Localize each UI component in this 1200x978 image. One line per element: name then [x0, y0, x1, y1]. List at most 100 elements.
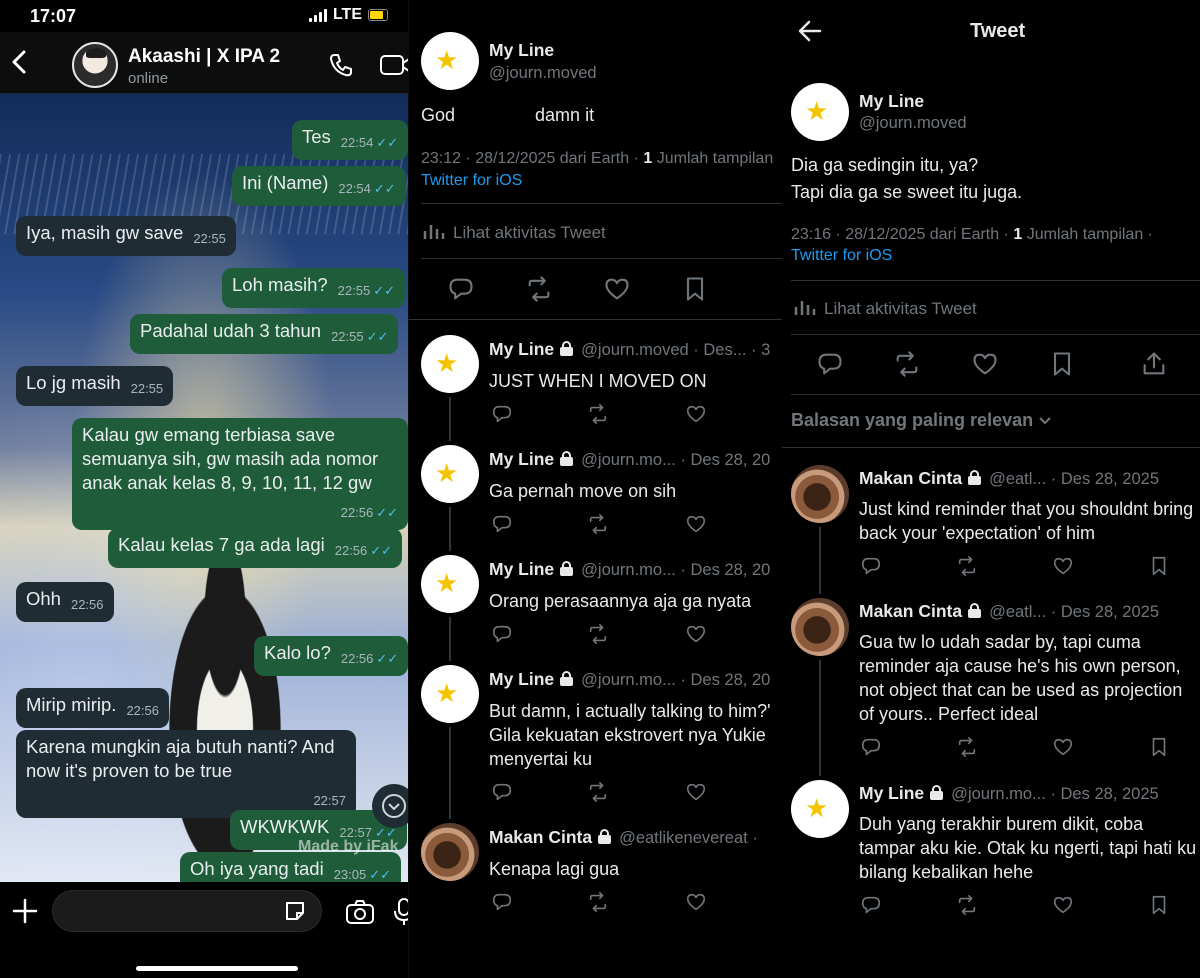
outgoing-message-bubble[interactable]: Kalau gw emang terbiasa save semuanya si… [72, 418, 408, 530]
phone-icon[interactable] [328, 52, 354, 78]
retweet-icon[interactable] [587, 891, 609, 913]
tweet-activity-link[interactable]: Lihat aktivitas Tweet [794, 297, 977, 319]
avatar[interactable]: ★ [421, 555, 479, 613]
retweet-icon[interactable] [587, 513, 609, 535]
author-handle[interactable]: @journ.moved [489, 64, 597, 83]
mic-icon[interactable] [394, 898, 408, 926]
outgoing-message-bubble[interactable]: Padahal udah 3 tahun 22:55 ✓✓ [130, 314, 399, 354]
video-icon[interactable] [380, 54, 408, 76]
scroll-down-button[interactable] [372, 784, 408, 828]
back-icon[interactable] [8, 48, 30, 76]
reply-icon[interactable] [491, 781, 513, 803]
retweet-icon[interactable] [956, 736, 978, 758]
reply-icon[interactable] [491, 513, 513, 535]
avatar[interactable] [791, 465, 849, 523]
incoming-message-bubble[interactable]: Mirip mirip. 22:56 [16, 688, 169, 728]
author-name[interactable]: My Line [859, 91, 924, 112]
message-text: Ini (Name) [242, 172, 329, 193]
contact-avatar[interactable] [72, 42, 118, 88]
home-indicator [136, 966, 298, 971]
lock-icon [560, 561, 574, 576]
divider [791, 394, 1200, 395]
avatar[interactable]: ★ [421, 665, 479, 723]
bookmark-icon[interactable] [1048, 350, 1076, 378]
message-text: Mirip mirip. [26, 694, 117, 715]
author-handle[interactable]: @journ.moved [859, 114, 967, 133]
like-icon[interactable] [1052, 736, 1074, 758]
reply-author[interactable]: Makan Cinta @eatl... · Des 28, 2025 [859, 468, 1159, 489]
message-input[interactable] [52, 890, 322, 932]
like-icon[interactable] [685, 781, 707, 803]
divider [421, 258, 782, 259]
reply-author[interactable]: My Line @journ.moved · Des... · 3 [489, 339, 770, 360]
retweet-icon[interactable] [956, 894, 978, 916]
like-icon[interactable] [603, 275, 631, 303]
retweet-icon[interactable] [525, 275, 553, 303]
contact-name[interactable]: Akaashi | X IPA 2 [128, 46, 280, 68]
tweet-activity-link[interactable]: Lihat aktivitas Tweet [423, 221, 606, 243]
tweet-source[interactable]: Twitter for iOS [421, 172, 522, 190]
incoming-message-bubble[interactable]: Ohh 22:56 [16, 582, 114, 622]
reply-author[interactable]: Makan Cinta @eatlikenevereat · [489, 827, 758, 848]
reply-sort-dropdown[interactable]: Balasan yang paling relevan [791, 410, 1052, 431]
tweet-source[interactable]: Twitter for iOS [791, 247, 892, 265]
retweet-icon[interactable] [587, 403, 609, 425]
avatar[interactable]: ★ [421, 445, 479, 503]
like-icon[interactable] [685, 403, 707, 425]
incoming-message-bubble[interactable]: Iya, masih gw save 22:55 [16, 216, 236, 256]
author-name[interactable]: My Line [489, 40, 554, 61]
avatar[interactable] [421, 823, 479, 881]
retweet-icon[interactable] [893, 350, 921, 378]
tweet-meta: 23:16 · 28/12/2025 dari Earth · 1 Jumlah… [791, 226, 1153, 244]
incoming-message-bubble[interactable]: Lo jg masih 22:55 [16, 366, 174, 406]
like-icon[interactable] [685, 513, 707, 535]
avatar[interactable]: ★ [421, 32, 479, 90]
plus-icon[interactable] [12, 898, 38, 924]
reply-icon[interactable] [447, 275, 475, 303]
outgoing-message-bubble[interactable]: Loh masih? 22:55 ✓✓ [222, 268, 405, 308]
reply-icon[interactable] [860, 894, 882, 916]
avatar[interactable]: ★ [791, 83, 849, 141]
outgoing-message-bubble[interactable]: Ini (Name) 22:54 ✓✓ [232, 166, 406, 206]
like-icon[interactable] [1052, 894, 1074, 916]
retweet-icon[interactable] [587, 623, 609, 645]
retweet-icon[interactable] [956, 555, 978, 577]
analytics-icon [794, 301, 816, 315]
reply-author[interactable]: My Line @journ.mo... · Des 28, 2025 [859, 783, 1159, 804]
incoming-message-bubble[interactable]: Karena mungkin aja butuh nanti? And now … [16, 730, 356, 818]
like-icon[interactable] [971, 350, 999, 378]
outgoing-message-bubble[interactable]: Kalau kelas 7 ga ada lagi 22:56 ✓✓ [108, 528, 403, 568]
reply-author[interactable]: My Line @journ.mo... · Des 28, 20 [489, 559, 770, 580]
message-meta: 22:54 ✓✓ [331, 126, 398, 150]
avatar[interactable] [791, 598, 849, 656]
like-icon[interactable] [685, 623, 707, 645]
outgoing-message-bubble[interactable]: Kalo lo? 22:56 ✓✓ [254, 636, 408, 676]
like-icon[interactable] [685, 891, 707, 913]
back-arrow-icon[interactable] [798, 20, 822, 42]
reply-icon[interactable] [491, 403, 513, 425]
reply-icon[interactable] [860, 555, 882, 577]
divider [791, 334, 1200, 335]
reply-icon[interactable] [860, 736, 882, 758]
camera-icon[interactable] [346, 900, 374, 924]
reply-author[interactable]: My Line @journ.mo... · Des 28, 20 [489, 669, 770, 690]
reply-author[interactable]: Makan Cinta @eatl... · Des 28, 2025 [859, 601, 1159, 622]
like-icon[interactable] [1052, 555, 1074, 577]
bookmark-icon[interactable] [681, 275, 709, 303]
reply-icon[interactable] [491, 623, 513, 645]
sticker-icon[interactable] [284, 900, 306, 922]
outgoing-message-bubble[interactable]: Tes 22:54 ✓✓ [292, 120, 408, 160]
reply-icon[interactable] [816, 350, 844, 378]
bookmark-icon[interactable] [1148, 736, 1170, 758]
retweet-icon[interactable] [587, 781, 609, 803]
avatar[interactable]: ★ [421, 335, 479, 393]
bookmark-icon[interactable] [1148, 894, 1170, 916]
share-icon[interactable] [1140, 350, 1168, 378]
author-handle: @journ.mo... · Des 28, 20 [581, 671, 771, 689]
lock-icon [930, 785, 944, 800]
reply-author[interactable]: My Line @journ.mo... · Des 28, 20 [489, 449, 770, 470]
reply-icon[interactable] [491, 891, 513, 913]
bookmark-icon[interactable] [1148, 555, 1170, 577]
avatar[interactable]: ★ [791, 780, 849, 838]
message-time: 22:55 [193, 231, 226, 246]
